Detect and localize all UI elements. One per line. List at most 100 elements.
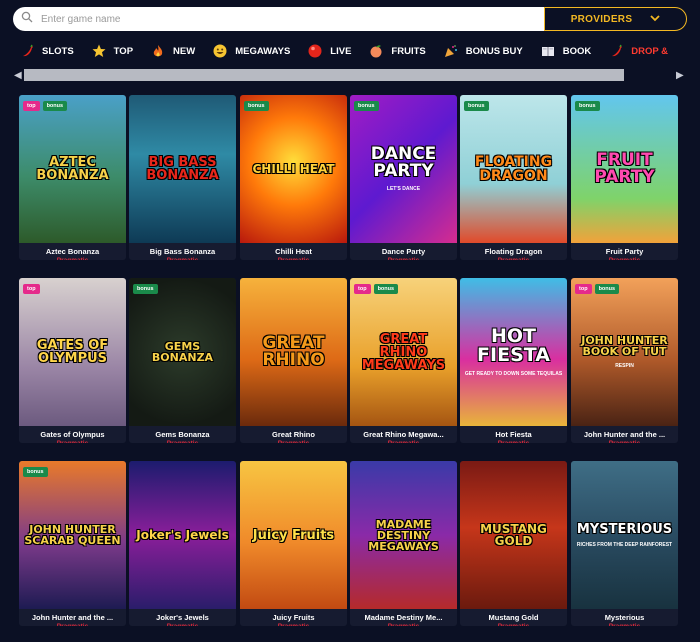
game-title[interactable]: Gates of Olympus — [19, 430, 126, 439]
game-card[interactable]: GREAT RHINO Great RhinoPragmatic — [240, 278, 347, 443]
providers-button[interactable]: PROVIDERS — [544, 7, 687, 31]
game-card[interactable]: MYSTERIOUS RICHES FROM THE DEEP RAINFORES… — [571, 461, 678, 626]
game-provider: Pragmatic — [129, 623, 236, 626]
game-thumbnail[interactable]: bonus FLOATING DRAGON — [460, 95, 567, 243]
game-thumbnail[interactable]: bonus GEMS BONANZA — [129, 278, 236, 426]
game-title[interactable]: Chilli Heat — [240, 247, 347, 256]
category-scrollbar[interactable]: ◀ ▶ — [14, 68, 686, 82]
game-thumbnail[interactable]: top GATES OF OLYMPUS — [19, 278, 126, 426]
game-thumbnail[interactable]: Joker's Jewels — [129, 461, 236, 609]
category-nav: SLOTS TOP NEW MEGAWAYS LIVE FRUITS BONUS… — [0, 40, 700, 62]
game-logo-group: FLOATING DRAGON — [460, 155, 567, 183]
game-thumbnail[interactable]: BIG BASS BONANZA — [129, 95, 236, 243]
category-fruits[interactable]: FRUITS — [369, 44, 426, 58]
game-thumbnail[interactable]: bonus JOHN HUNTER SCARAB QUEEN — [19, 461, 126, 609]
category-megaways[interactable]: MEGAWAYS — [213, 44, 290, 58]
top-badge: top — [575, 284, 592, 294]
game-provider: Pragmatic — [350, 257, 457, 260]
badge-group: top bonus — [23, 101, 68, 111]
search-bar[interactable] — [13, 7, 544, 31]
game-thumbnail[interactable]: bonus DANCE PARTY LET'S DANCE — [350, 95, 457, 243]
game-provider: Pragmatic — [460, 440, 567, 443]
game-card[interactable]: MUSTANG GOLD Mustang GoldPragmatic — [460, 461, 567, 626]
game-logo: GATES OF OLYMPUS — [36, 338, 109, 366]
game-thumbnail[interactable]: bonus FRUIT PARTY — [571, 95, 678, 243]
game-card[interactable]: HOT FIESTA GET READY TO DOWN SOME TEQUILA… — [460, 278, 567, 443]
game-title[interactable]: Great Rhino Megawa... — [350, 430, 457, 439]
game-title[interactable]: Big Bass Bonanza — [129, 247, 236, 256]
game-logo-group: BIG BASS BONANZA — [129, 156, 236, 182]
game-thumbnail[interactable]: bonus CHILLI HEAT — [240, 95, 347, 243]
game-card[interactable]: top bonus JOHN HUNTER BOOK OF TUT RESPIN Joh… — [571, 278, 678, 443]
bonus-badge: bonus — [575, 101, 600, 111]
scrollbar-thumb[interactable] — [24, 69, 624, 81]
game-title[interactable]: Juicy Fruits — [240, 613, 347, 622]
game-title[interactable]: Joker's Jewels — [129, 613, 236, 622]
game-logo-group: GATES OF OLYMPUS — [19, 339, 126, 365]
game-thumbnail[interactable]: top bonus JOHN HUNTER BOOK OF TUT RESPIN — [571, 278, 678, 426]
game-title[interactable]: Floating Dragon — [460, 247, 567, 256]
game-card[interactable]: bonus CHILLI HEAT Chilli HeatPragmatic — [240, 95, 347, 260]
game-thumbnail[interactable]: Juicy Fruits — [240, 461, 347, 609]
category-live[interactable]: LIVE — [308, 44, 351, 58]
game-title[interactable]: Great Rhino — [240, 430, 347, 439]
category-label: LIVE — [330, 45, 352, 57]
game-card[interactable]: Juicy FruitsJuicy FruitsPragmatic — [240, 461, 347, 626]
game-title[interactable]: Madame Destiny Me... — [350, 613, 457, 622]
game-title[interactable]: Mustang Gold — [460, 613, 567, 622]
game-logo: AZTEC BONANZA — [36, 155, 109, 183]
game-title[interactable]: Hot Fiesta — [460, 430, 567, 439]
game-tagline: LET'S DANCE — [386, 186, 421, 192]
game-title[interactable]: Fruit Party — [571, 247, 678, 256]
game-card[interactable]: bonus GEMS BONANZA Gems BonanzaPragmatic — [129, 278, 236, 443]
badge-group: bonus — [575, 101, 600, 111]
game-card[interactable]: Joker's JewelsJoker's JewelsPragmatic — [129, 461, 236, 626]
chevron-right-icon[interactable]: ▶ — [676, 70, 686, 81]
game-title[interactable]: Dance Party — [350, 247, 457, 256]
category-new[interactable]: NEW — [151, 44, 195, 58]
game-title[interactable]: Aztec Bonanza — [19, 247, 126, 256]
game-card[interactable]: top bonus GREAT RHINO MEGAWAYS Great Rhino … — [350, 278, 457, 443]
bonus-badge: bonus — [42, 101, 68, 111]
game-tagline: RESPIN — [615, 363, 634, 369]
bonus-badge: bonus — [354, 101, 379, 111]
game-card[interactable]: bonus JOHN HUNTER SCARAB QUEEN John Hunter… — [19, 461, 126, 626]
game-card[interactable]: bonus FRUIT PARTY Fruit PartyPragmatic — [571, 95, 678, 260]
game-card[interactable]: bonus DANCE PARTY LET'S DANCE Dance PartyPr… — [350, 95, 457, 260]
game-card[interactable]: top GATES OF OLYMPUS Gates of OlympusPragm… — [19, 278, 126, 443]
game-logo: BIG BASS BONANZA — [146, 155, 219, 183]
game-logo: DANCE PARTY — [370, 144, 437, 181]
game-title[interactable]: John Hunter and the ... — [571, 430, 678, 439]
category-bonus-buy[interactable]: BONUS BUY — [444, 44, 523, 58]
game-logo-group: AZTEC BONANZA — [19, 156, 126, 182]
game-card[interactable]: BIG BASS BONANZA Big Bass BonanzaPragmati… — [129, 95, 236, 260]
category-top[interactable]: TOP — [92, 44, 133, 58]
game-thumbnail[interactable]: MYSTERIOUS RICHES FROM THE DEEP RAINFORES… — [571, 461, 678, 609]
game-title[interactable]: Gems Bonanza — [129, 430, 236, 439]
category-slots[interactable]: SLOTS — [20, 44, 74, 58]
game-card[interactable]: topbonus AZTEC BONANZA Aztec BonanzaPragma… — [19, 95, 126, 260]
game-logo-group: GEMS BONANZA — [129, 341, 236, 363]
game-provider: Pragmatic — [460, 623, 567, 626]
game-thumbnail[interactable]: MADAME DESTINY MEGAWAYS — [350, 461, 457, 609]
badge-group: bonus — [244, 101, 269, 111]
game-card[interactable]: MADAME DESTINY MEGAWAYS Madame Destiny Me… — [350, 461, 457, 626]
category-book[interactable]: BOOK — [541, 44, 591, 58]
game-thumbnail[interactable]: HOT FIESTA GET READY TO DOWN SOME TEQUILA… — [460, 278, 567, 426]
game-title[interactable]: Mysterious — [571, 613, 678, 622]
category-drop[interactable]: DROP & — [609, 44, 668, 58]
chevron-left-icon[interactable]: ◀ — [14, 70, 24, 81]
peach-icon — [369, 44, 383, 58]
game-title[interactable]: John Hunter and the ... — [19, 613, 126, 622]
game-logo: CHILLI HEAT — [252, 162, 335, 176]
game-thumbnail[interactable]: GREAT RHINO — [240, 278, 347, 426]
game-thumbnail[interactable]: top bonus AZTEC BONANZA — [19, 95, 126, 243]
search-input[interactable] — [41, 13, 521, 25]
badge-group: bonus — [464, 101, 489, 111]
game-thumbnail[interactable]: top bonus GREAT RHINO MEGAWAYS — [350, 278, 457, 426]
bonus-badge: bonus — [244, 101, 269, 111]
game-thumbnail[interactable]: MUSTANG GOLD — [460, 461, 567, 609]
game-card[interactable]: bonus FLOATING DRAGON Floating DragonPragm… — [460, 95, 567, 260]
game-logo-group: HOT FIESTA GET READY TO DOWN SOME TEQUILA… — [460, 327, 567, 378]
category-label: TOP — [113, 45, 134, 57]
